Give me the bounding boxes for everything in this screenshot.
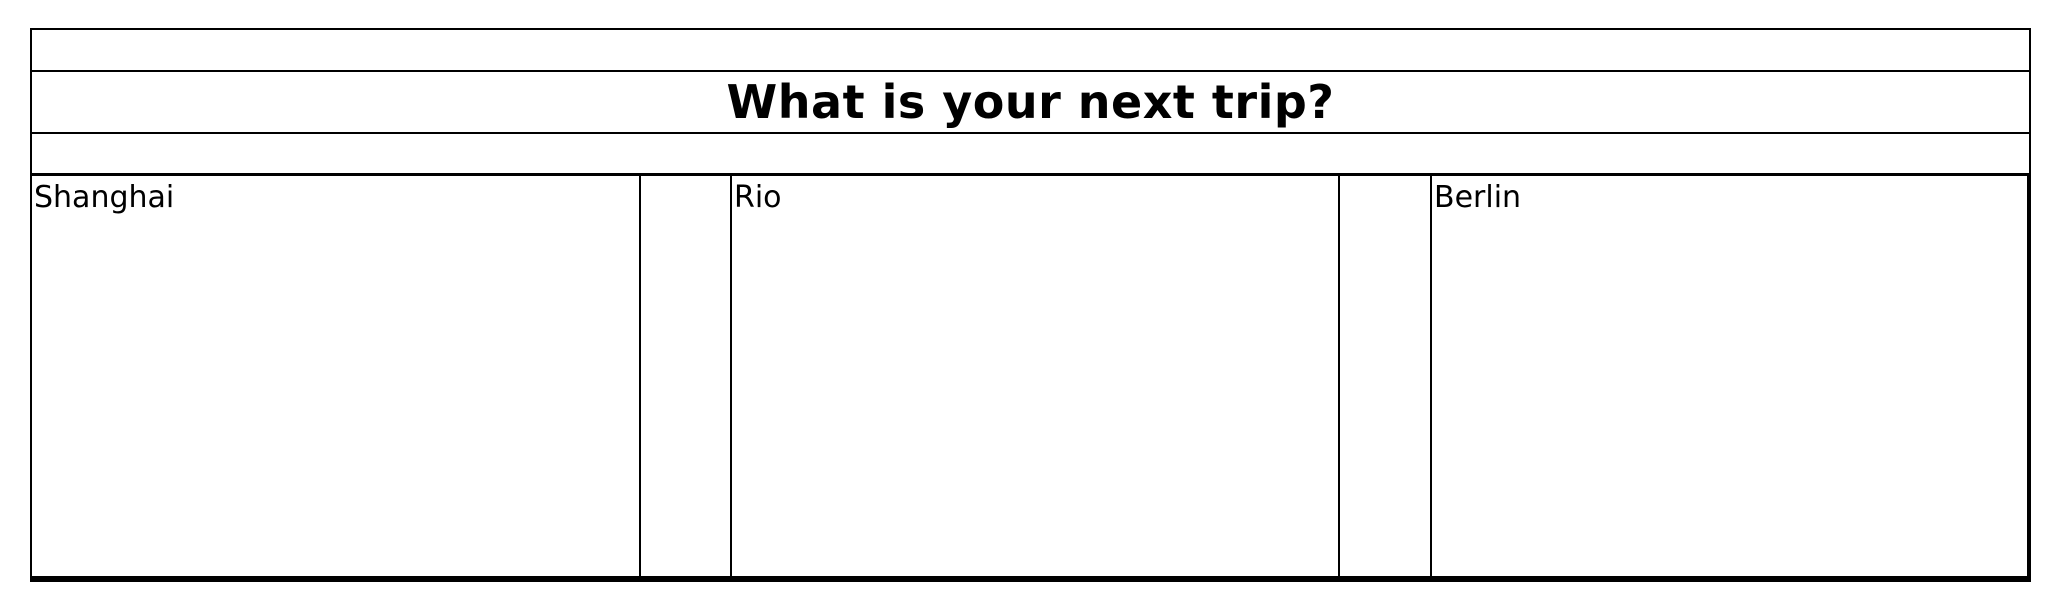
trip-frame: What is your next trip? Shanghai Rio Ber… <box>30 28 2031 582</box>
page-title: What is your next trip? <box>726 75 1335 129</box>
destination-label-berlin: Berlin <box>1434 180 1522 215</box>
destination-card-berlin[interactable]: Berlin <box>1430 176 2029 576</box>
destination-row: Shanghai Rio Berlin <box>32 176 2029 580</box>
title-row: What is your next trip? <box>32 72 2029 134</box>
destination-label-rio: Rio <box>734 180 782 215</box>
middle-spacer-row <box>32 134 2029 176</box>
top-spacer-row <box>32 30 2029 72</box>
destination-card-rio[interactable]: Rio <box>730 176 1340 576</box>
destination-label-shanghai: Shanghai <box>34 180 175 215</box>
destination-card-shanghai[interactable]: Shanghai <box>32 176 641 576</box>
